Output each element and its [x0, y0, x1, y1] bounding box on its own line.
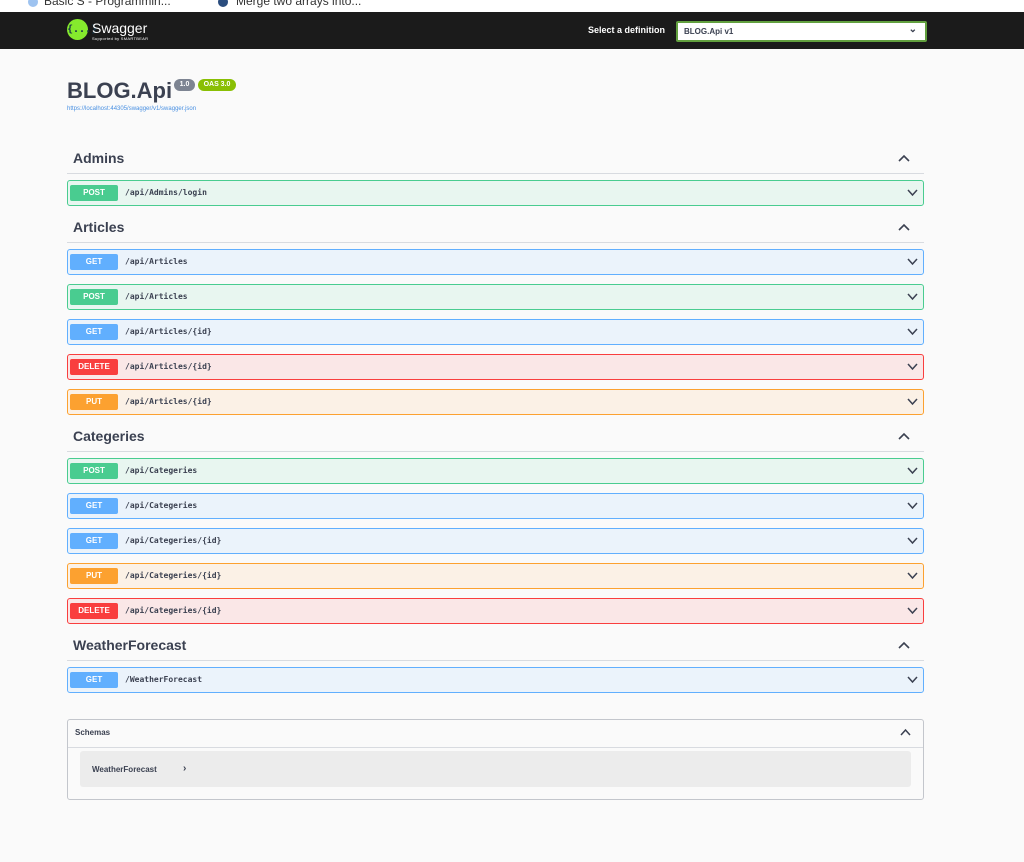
operation-row[interactable]: POST /api/Admins/login: [67, 180, 924, 206]
operation-path: /api/Articles/{id}: [125, 397, 212, 406]
chevron-up-icon: [898, 223, 910, 231]
chevron-down-icon: [907, 293, 918, 301]
bookmark-item[interactable]: Basic S - Programmin...: [44, 0, 171, 8]
swagger-topbar: {...} Swagger Supported by SMARTBEAR Sel…: [0, 12, 1024, 49]
operation-row[interactable]: POST /api/Categeries: [67, 458, 924, 484]
logo-subtitle: Supported by SMARTBEAR: [92, 36, 149, 41]
schemas-header[interactable]: Schemas: [68, 720, 923, 748]
tag-name: Categeries: [73, 428, 145, 444]
operation-path: /api/Categeries: [125, 466, 198, 475]
tag-name: Admins: [73, 150, 125, 166]
chevron-down-icon: [907, 363, 918, 371]
schema-model[interactable]: WeatherForecast ›: [80, 751, 911, 787]
version-badge: 1.0: [174, 79, 195, 91]
chevron-down-icon: [907, 189, 918, 197]
method-badge: GET: [70, 498, 118, 514]
method-badge: DELETE: [70, 359, 118, 375]
chevron-up-icon: [900, 728, 911, 736]
operation-row[interactable]: GET /api/Categeries: [67, 493, 924, 519]
operation-row[interactable]: DELETE /api/Articles/{id}: [67, 354, 924, 380]
tag-articles[interactable]: Articles: [67, 219, 924, 243]
model-name: WeatherForecast: [92, 765, 157, 774]
oas-badge: OAS 3.0: [198, 79, 236, 91]
chevron-right-icon: ›: [183, 763, 187, 774]
operation-row[interactable]: POST /api/Articles: [67, 284, 924, 310]
operation-path: /api/Categeries/{id}: [125, 606, 222, 615]
schemas-title: Schemas: [75, 728, 111, 737]
chevron-up-icon: [898, 154, 910, 162]
chevron-down-icon: [907, 258, 918, 266]
operation-row[interactable]: GET /api/Articles/{id}: [67, 319, 924, 345]
bookmarks-bar: Basic S - Programmin... Merge two arrays…: [0, 0, 1024, 12]
logo-text: Swagger: [92, 20, 148, 36]
tag-admins[interactable]: Admins: [67, 150, 924, 174]
method-badge: POST: [70, 289, 118, 305]
chevron-up-icon: [898, 432, 910, 440]
tag-name: Articles: [73, 219, 125, 235]
operation-path: /api/Admins/login: [125, 188, 207, 197]
swagger-json-link[interactable]: https://localhost:44305/swagger/v1/swagg…: [67, 106, 196, 112]
chevron-down-icon: [907, 537, 918, 545]
operation-path: /WeatherForecast: [125, 675, 203, 684]
method-badge: DELETE: [70, 603, 118, 619]
tag-name: WeatherForecast: [73, 637, 187, 653]
method-badge: POST: [70, 463, 118, 479]
operation-row[interactable]: GET /api/Articles: [67, 249, 924, 275]
definition-select-value: BLOG.Api v1: [684, 27, 734, 36]
method-badge: GET: [70, 254, 118, 270]
bookmark-favicon-icon: [218, 0, 228, 7]
chevron-up-icon: [898, 641, 910, 649]
operation-path: /api/Categeries: [125, 501, 198, 510]
operation-path: /api/Articles/{id}: [125, 362, 212, 371]
operation-path: /api/Articles: [125, 292, 188, 301]
tag-categeries[interactable]: Categeries: [67, 428, 924, 452]
method-badge: PUT: [70, 568, 118, 584]
chevron-down-icon: [907, 502, 918, 510]
operation-path: /api/Articles/{id}: [125, 327, 212, 336]
chevron-down-icon: [907, 467, 918, 475]
swagger-logo-icon: {...}: [67, 19, 97, 40]
bookmark-favicon-icon: [28, 0, 38, 7]
tag-weatherforecast[interactable]: WeatherForecast: [67, 637, 924, 661]
chevron-down-icon: [907, 328, 918, 336]
chevron-down-icon: [907, 676, 918, 684]
chevron-down-icon: [907, 398, 918, 406]
operation-row[interactable]: PUT /api/Categeries/{id}: [67, 563, 924, 589]
operation-path: /api/Categeries/{id}: [125, 536, 222, 545]
definition-select-label: Select a definition: [588, 25, 666, 35]
chevron-down-icon: ⌄: [908, 24, 917, 35]
operation-row[interactable]: GET /WeatherForecast: [67, 667, 924, 693]
method-badge: GET: [70, 672, 118, 688]
definition-select[interactable]: BLOG.Api v1 ⌄: [676, 21, 927, 42]
api-title: BLOG.Api: [67, 78, 173, 103]
chevron-down-icon: [907, 607, 918, 615]
operation-row[interactable]: PUT /api/Articles/{id}: [67, 389, 924, 415]
bookmark-item[interactable]: Merge two arrays into...: [236, 0, 361, 8]
operation-row[interactable]: GET /api/Categeries/{id}: [67, 528, 924, 554]
schemas-section: Schemas WeatherForecast ›: [67, 719, 924, 800]
operation-path: /api/Categeries/{id}: [125, 571, 222, 580]
method-badge: GET: [70, 533, 118, 549]
method-badge: POST: [70, 185, 118, 201]
method-badge: GET: [70, 324, 118, 340]
method-badge: PUT: [70, 394, 118, 410]
operation-row[interactable]: DELETE /api/Categeries/{id}: [67, 598, 924, 624]
chevron-down-icon: [907, 572, 918, 580]
operation-path: /api/Articles: [125, 257, 188, 266]
